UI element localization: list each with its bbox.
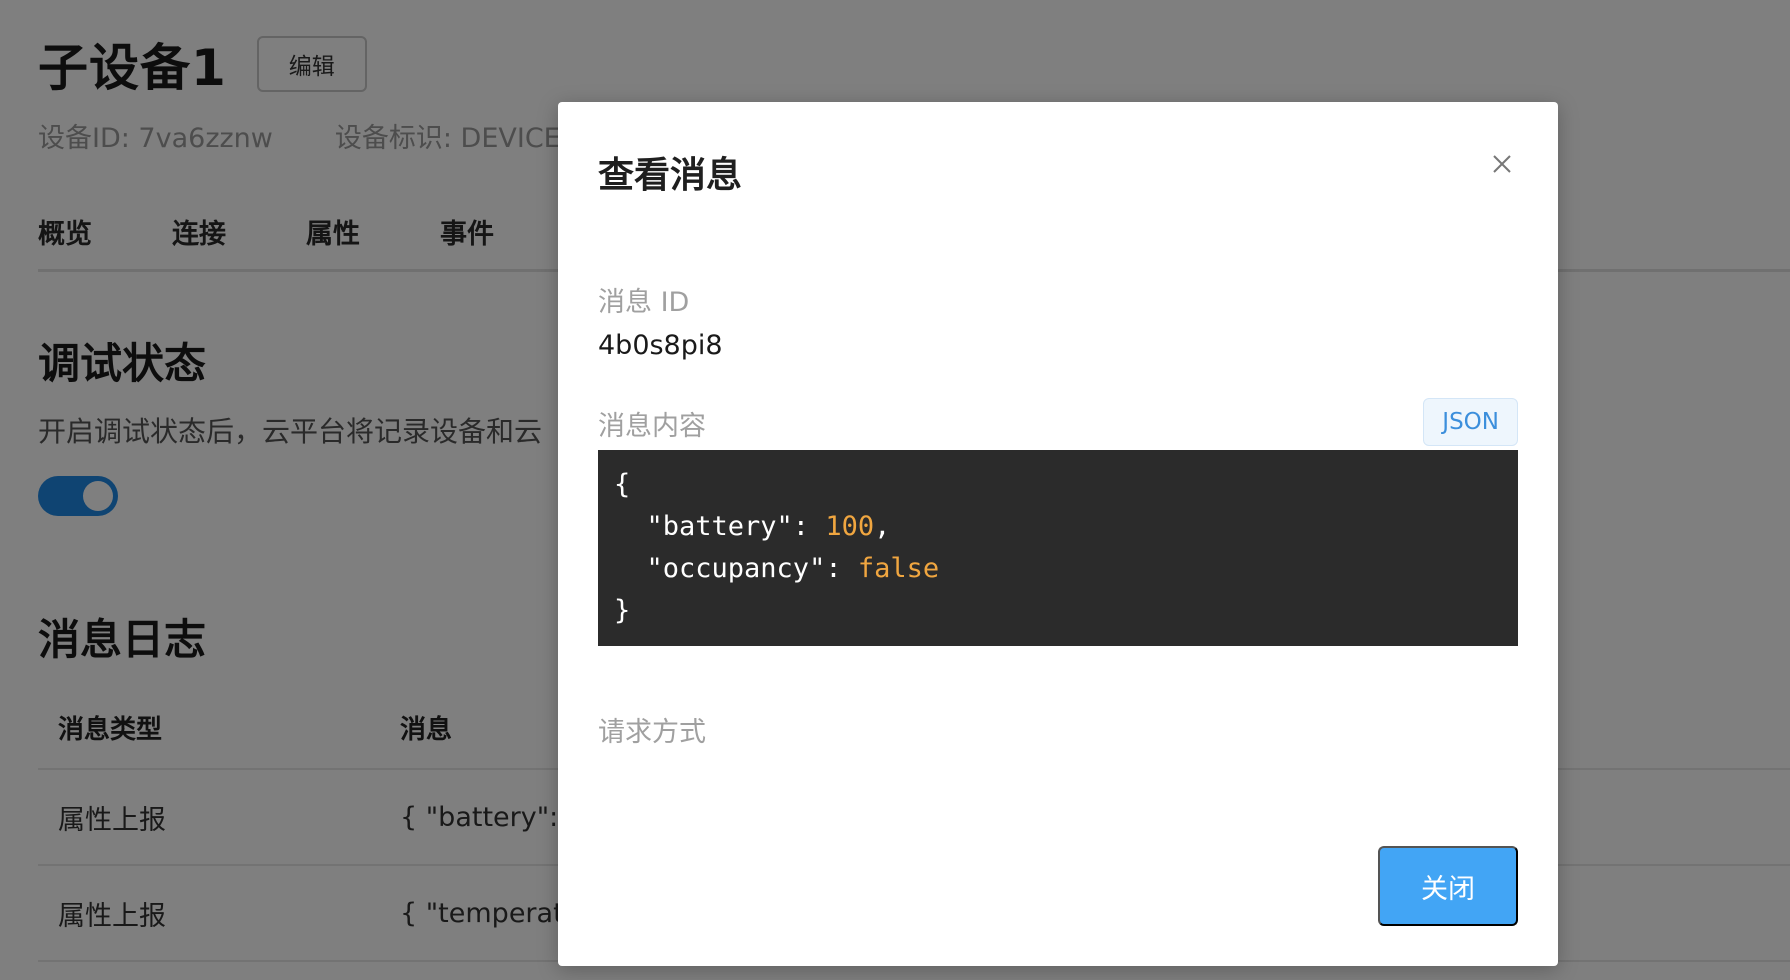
- json-format-badge[interactable]: JSON: [1423, 398, 1518, 446]
- message-content-code: { "battery": 100, "occupancy": false }: [598, 450, 1518, 646]
- code-comma: ,: [874, 511, 891, 542]
- message-content-label: 消息内容: [598, 411, 706, 442]
- code-value-occupancy: false: [857, 553, 940, 584]
- close-button[interactable]: 关闭: [1378, 846, 1518, 926]
- code-open-brace: {: [614, 469, 631, 500]
- code-close-brace: }: [614, 595, 631, 626]
- dialog-title: 查看消息: [598, 155, 743, 196]
- message-id-value: 4b0s8pi8: [598, 330, 723, 361]
- request-method-label: 请求方式: [598, 717, 706, 748]
- code-value-battery: 100: [825, 511, 875, 542]
- message-id-label: 消息 ID: [598, 287, 690, 318]
- code-key-occupancy: "occupancy":: [614, 553, 858, 584]
- view-message-dialog: 查看消息 消息 ID 4b0s8pi8 消息内容 JSON { "battery…: [558, 102, 1558, 966]
- code-key-battery: "battery":: [614, 511, 826, 542]
- close-icon[interactable]: [1484, 146, 1520, 182]
